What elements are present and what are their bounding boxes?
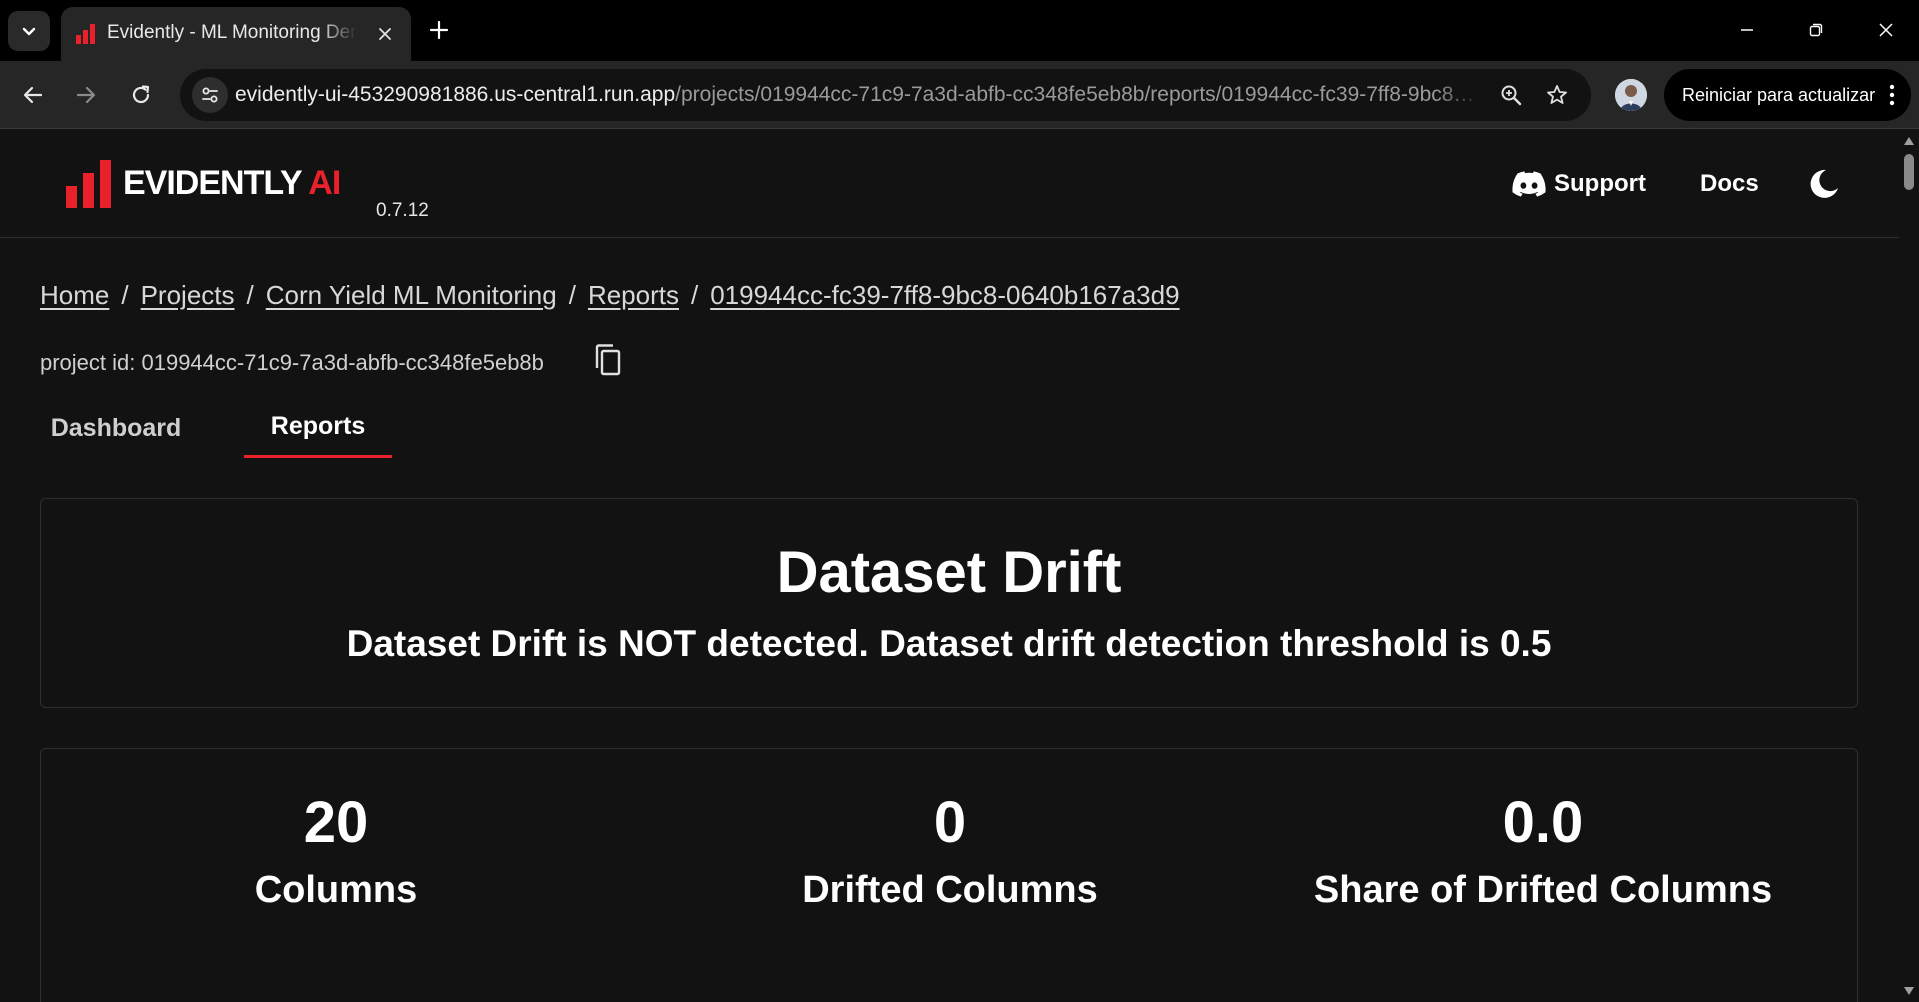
logo-text-accent: AI (308, 164, 341, 202)
close-icon (379, 28, 391, 40)
page-content: EVIDENTLY AI 0.7.12 Support Docs Home / Pr… (0, 130, 1899, 1002)
restore-button[interactable] (1796, 10, 1836, 50)
restart-to-update-button[interactable]: Reiniciar para actualizar (1664, 69, 1911, 121)
triangle-up-icon (1904, 137, 1914, 145)
dataset-drift-title: Dataset Drift (776, 540, 1122, 605)
copy-icon (595, 344, 621, 376)
star-icon (1547, 85, 1567, 104)
arrow-right-icon (76, 86, 96, 104)
site-info-button[interactable] (192, 77, 228, 113)
tab-dashboard[interactable]: Dashboard (40, 398, 192, 458)
close-window-button[interactable] (1866, 10, 1906, 50)
evidently-logo-icon[interactable] (66, 160, 114, 208)
breadcrumb-reports[interactable]: Reports (588, 280, 679, 310)
breadcrumb-home[interactable]: Home (40, 280, 109, 310)
breadcrumb-separator: / (121, 280, 129, 310)
logo-text-main: EVIDENTLY (123, 164, 302, 202)
moon-icon (1810, 169, 1838, 198)
browser-menu-button[interactable] (1878, 81, 1906, 109)
profile-avatar[interactable] (1615, 79, 1647, 111)
discord-icon (1512, 171, 1546, 197)
breadcrumb-projects[interactable]: Projects (141, 280, 235, 310)
scroll-thumb[interactable] (1904, 154, 1914, 190)
browser-toolbar: evidently-ui-453290981886.us-central1.ru… (0, 61, 1919, 129)
breadcrumb-project[interactable]: Corn Yield ML Monitoring (266, 280, 557, 310)
chevron-down-icon (22, 27, 36, 36)
close-tab-button[interactable] (373, 22, 397, 46)
scroll-down-arrow[interactable] (1902, 984, 1916, 998)
arrow-left-icon (23, 86, 43, 104)
scroll-up-arrow[interactable] (1902, 134, 1916, 148)
tab-list-button[interactable] (8, 11, 50, 51)
drift-metrics-card: 20 Columns 0 Drifted Columns 0.0 Share o… (40, 748, 1858, 1002)
url-text[interactable]: evidently-ui-453290981886.us-central1.ru… (235, 83, 1485, 107)
minimize-button[interactable] (1727, 10, 1767, 50)
theme-toggle-button[interactable] (1806, 166, 1842, 202)
breadcrumb-separator: / (690, 280, 699, 310)
metric-value: 0 (933, 790, 967, 855)
support-link[interactable]: Support (1512, 170, 1646, 198)
docs-label: Docs (1700, 170, 1759, 197)
back-button[interactable] (13, 75, 53, 115)
dataset-drift-summary: Dataset Drift is NOT detected. Dataset d… (346, 623, 1552, 664)
logo-text[interactable]: EVIDENTLY AI (123, 164, 341, 203)
dataset-drift-card: Dataset Drift Dataset Drift is NOT detec… (40, 498, 1858, 708)
restart-to-update-label: Reiniciar para actualizar (1682, 85, 1876, 105)
metric-value: 20 (303, 790, 369, 855)
address-bar[interactable]: evidently-ui-453290981886.us-central1.ru… (180, 69, 1591, 121)
zoom-button[interactable] (1495, 79, 1527, 111)
restore-icon (1809, 23, 1823, 37)
project-id-text: project id: 019944cc-71c9-7a3d-abfb-cc34… (40, 350, 544, 375)
page-scrollbar[interactable] (1899, 130, 1919, 1002)
kebab-menu-icon (1889, 84, 1895, 106)
docs-link[interactable]: Docs (1700, 170, 1759, 198)
zoom-icon (1501, 85, 1522, 106)
forward-button[interactable] (66, 75, 106, 115)
browser-tabstrip: Evidently - ML Monitoring Demo (0, 0, 1919, 61)
copy-project-id-button[interactable] (590, 342, 626, 378)
avatar-icon (1615, 79, 1647, 111)
evidently-favicon-icon (76, 24, 96, 44)
app-version: 0.7.12 (376, 200, 429, 221)
metric-label: Share of Drifted Columns (1313, 869, 1773, 911)
bookmark-button[interactable] (1541, 79, 1573, 111)
tab-title: Evidently - ML Monitoring Demo (107, 22, 357, 43)
app-header: EVIDENTLY AI 0.7.12 Support Docs (0, 130, 1899, 238)
tab-reports[interactable]: Reports (244, 398, 392, 458)
close-icon (1879, 23, 1893, 37)
reload-icon (132, 85, 150, 104)
url-path: /projects/019944cc-71c9-7a3d-abfb-cc348f… (675, 83, 1475, 106)
browser-tab-active[interactable]: Evidently - ML Monitoring Demo (61, 7, 411, 61)
new-tab-button[interactable] (423, 14, 455, 46)
breadcrumb-separator: / (568, 280, 576, 310)
metric-label: Columns (254, 869, 418, 911)
breadcrumb: Home / Projects / Corn Yield ML Monitoring / R… (40, 280, 1180, 311)
reload-button[interactable] (121, 75, 161, 115)
support-label: Support (1554, 170, 1646, 197)
plus-icon (429, 20, 449, 40)
metric-label: Drifted Columns (802, 869, 1098, 911)
triangle-down-icon (1904, 987, 1914, 995)
metric-value: 0.0 (1502, 790, 1584, 855)
tune-icon (202, 87, 218, 103)
breadcrumb-report-id[interactable]: 019944cc-fc39-7ff8-9bc8-0640b167a3d9 (710, 280, 1179, 310)
breadcrumb-separator: / (246, 280, 254, 310)
minimize-icon (1741, 29, 1753, 31)
url-host: evidently-ui-453290981886.us-central1.ru… (235, 83, 676, 106)
